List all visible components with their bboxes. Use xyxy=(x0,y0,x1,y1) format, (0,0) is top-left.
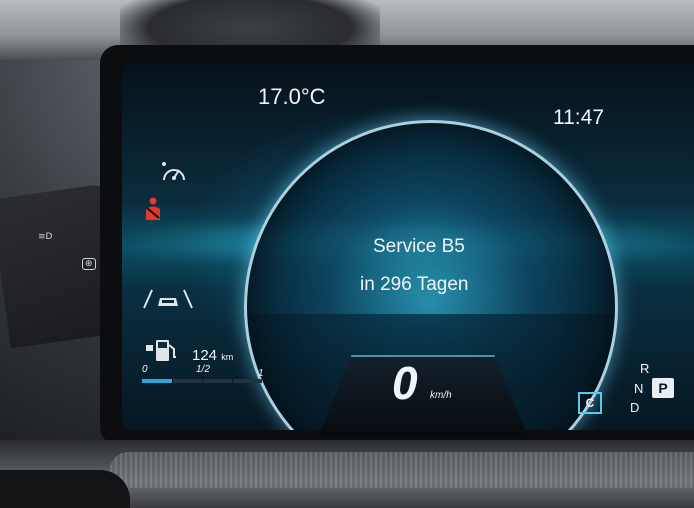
lane-assist-icon xyxy=(143,289,193,309)
fuel-tick xyxy=(172,379,173,383)
gear-p-selected: P xyxy=(652,378,674,398)
speed-display-well xyxy=(318,355,528,437)
range-readout: 124 km xyxy=(192,347,233,364)
fuel-tick xyxy=(232,379,233,383)
range-unit: km xyxy=(221,352,234,362)
service-message-detail: in 296 Tagen xyxy=(360,274,469,295)
service-message-title: Service B5 xyxy=(373,236,465,257)
speedometer-icon xyxy=(162,162,185,181)
outside-temperature: 17.0°C xyxy=(258,84,326,109)
drive-mode-indicator: C xyxy=(578,392,602,414)
fuel-tick xyxy=(202,379,203,383)
speed-value: 0 xyxy=(392,357,418,409)
fuel-level-fill xyxy=(142,379,172,383)
clock: 11:47 xyxy=(553,106,604,129)
gear-r: R xyxy=(640,361,650,376)
gear-d: D xyxy=(630,400,640,415)
trim-stripe xyxy=(110,452,694,488)
car-interior-photo: ≡D ⊕ 17.0°C 11:47 Service B5 in 296 Tage… xyxy=(0,0,694,508)
stalk-fog-icon: ⊕ xyxy=(82,258,96,270)
gear-n: N xyxy=(634,381,644,396)
fuel-pump-icon xyxy=(146,340,176,361)
speed-unit: km/h xyxy=(430,390,452,401)
fuel-level-bar xyxy=(142,379,262,383)
fuel-scale-full: 1 xyxy=(258,368,264,379)
stalk-headlight-icon: ≡D xyxy=(38,232,53,242)
range-value: 124 xyxy=(192,347,218,364)
fuel-scale-half: 1/2 xyxy=(196,364,210,375)
lower-left-panel xyxy=(0,470,130,508)
fuel-scale-empty: 0 xyxy=(142,364,148,375)
seatbelt-warning-icon xyxy=(146,197,160,220)
